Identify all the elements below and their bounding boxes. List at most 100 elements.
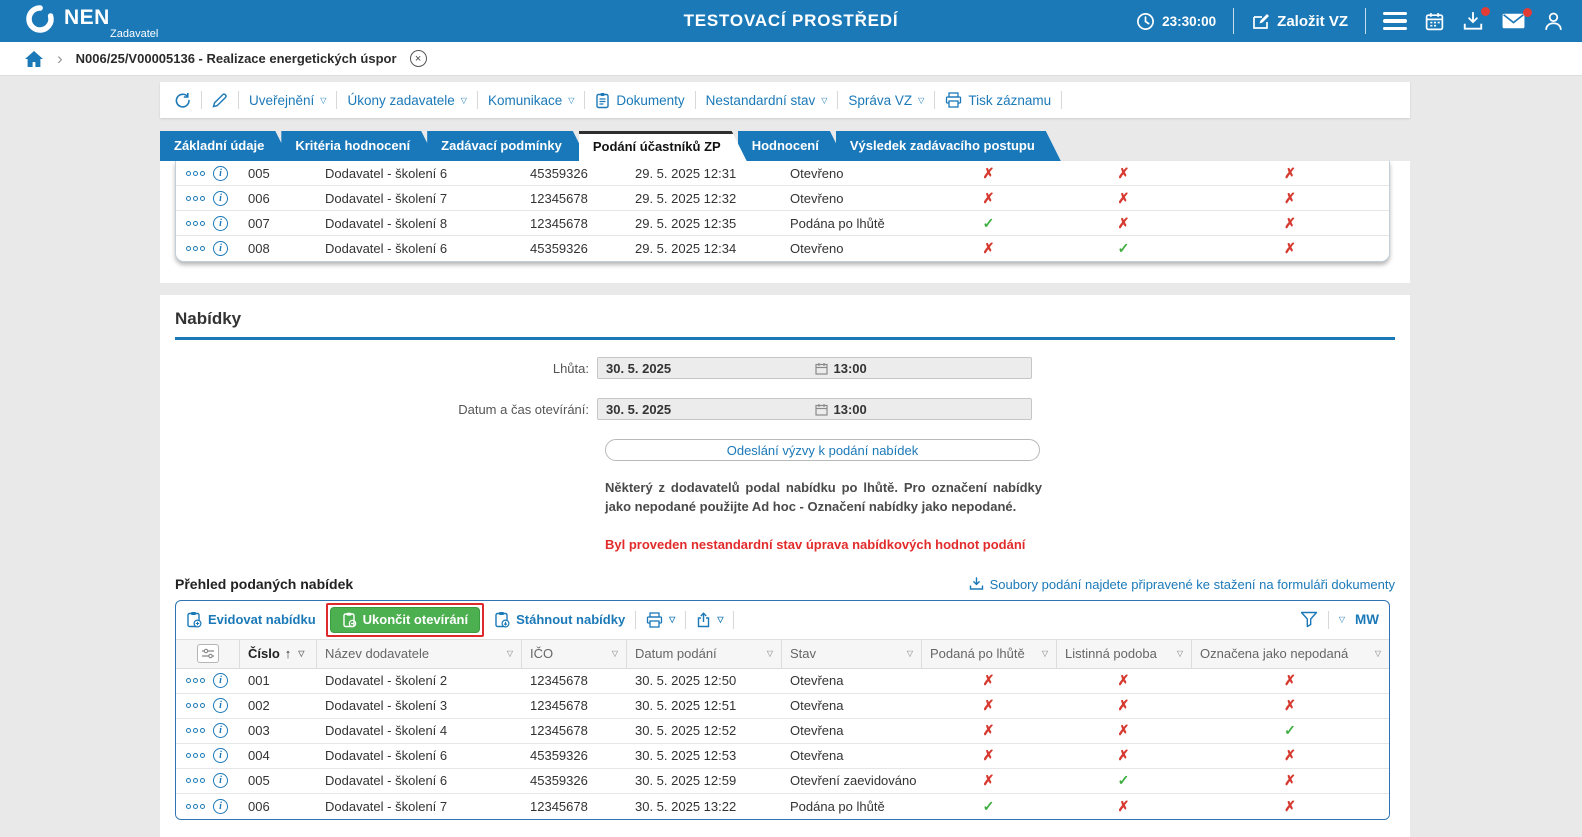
chevron-down-icon[interactable]: ▽ — [907, 650, 913, 658]
refresh-icon[interactable] — [174, 92, 191, 109]
menu-icon[interactable] — [1383, 11, 1407, 31]
info-icon[interactable]: i — [213, 798, 228, 814]
chevron-down-icon[interactable]: ▽ — [298, 650, 304, 658]
row-menu-icon[interactable] — [186, 803, 205, 809]
tab-label: Zadávací podmínky — [441, 138, 562, 153]
column-header-nazev-dodavatele[interactable]: Název dodavatele ▽ — [316, 639, 521, 668]
logo-subtext: Zadavatel — [110, 27, 159, 40]
cell-datum: 30. 5. 2025 12:59 — [635, 773, 737, 789]
chevron-down-icon[interactable]: ▽ — [767, 650, 773, 658]
info-icon[interactable]: i — [213, 773, 228, 789]
download-files-link[interactable]: Soubory podání najdete připravené ke sta… — [969, 577, 1395, 592]
column-header-stav[interactable]: Stav ▽ — [781, 639, 921, 668]
info-icon[interactable]: i — [213, 698, 228, 714]
row-menu-icon[interactable] — [186, 703, 205, 709]
column-header-podana-po-lhute[interactable]: Podaná po lhůtě ▽ — [921, 639, 1056, 668]
table-row[interactable]: i 002 Dodavatel - školení 3 12345678 30.… — [176, 693, 1389, 719]
table-row[interactable]: i 006 Dodavatel - školení 7 12345678 29.… — [176, 186, 1389, 211]
info-icon[interactable]: i — [213, 748, 228, 764]
create-vz-button[interactable]: Založit VZ — [1251, 12, 1348, 31]
info-icon[interactable]: i — [213, 673, 228, 689]
table-row[interactable]: i 005 Dodavatel - školení 6 45359326 29.… — [176, 161, 1389, 186]
row-menu-icon[interactable] — [186, 778, 205, 784]
row-menu-icon[interactable] — [186, 170, 205, 176]
info-icon[interactable]: i — [213, 241, 228, 256]
downloads-button[interactable] — [1462, 7, 1490, 31]
user-filter-code[interactable]: MW — [1355, 612, 1379, 627]
toolbar-komunikace[interactable]: Komunikace ▽ — [488, 93, 574, 108]
ukoncit-oteviranit-button[interactable]: Ukončit otevírání — [329, 606, 481, 633]
info-icon[interactable]: i — [213, 215, 228, 231]
table-row[interactable]: i 005 Dodavatel - školení 6 45359326 30.… — [176, 768, 1389, 794]
stahnout-nabidky-button[interactable]: Stáhnout nabídky — [494, 611, 625, 628]
chevron-down-icon[interactable]: ▽ — [1177, 650, 1183, 658]
column-header-datum-podani[interactable]: Datum podání ▽ — [626, 639, 781, 668]
print-menu-button[interactable]: ▽ — [646, 612, 675, 628]
row-menu-icon[interactable] — [186, 220, 205, 226]
info-icon[interactable]: i — [213, 165, 228, 181]
otevirani-field[interactable]: 30. 5. 2025 13:00 — [597, 398, 1032, 420]
chevron-down-icon[interactable]: ▽ — [1375, 650, 1381, 658]
cell-ico: 45359326 — [530, 773, 588, 789]
cell-oznacena-nepodana: ✗ — [1284, 240, 1296, 256]
row-menu-icon[interactable] — [186, 195, 205, 201]
toolbar-uverejneni[interactable]: Uveřejnění ▽ — [249, 93, 326, 108]
tab-hodnoceni[interactable]: Hodnocení — [738, 131, 845, 161]
nen-logo[interactable]: NEN Zadavatel — [24, 3, 158, 40]
cell-stav: Podána po lhůtě — [790, 798, 885, 814]
cell-dodavatel: Dodavatel - školení 2 — [325, 673, 448, 689]
info-icon[interactable]: i — [213, 723, 228, 739]
table-row[interactable]: i 004 Dodavatel - školení 6 45359326 30.… — [176, 743, 1389, 769]
export-menu-button[interactable]: ▽ — [696, 611, 723, 628]
lhuta-date-value: 30. 5. 2025 — [606, 360, 672, 376]
info-icon[interactable]: i — [213, 190, 228, 206]
row-menu-icon[interactable] — [186, 678, 205, 684]
chevron-down-icon: ▽ — [320, 95, 327, 105]
tab-podani-ucastniku-zp[interactable]: Podání účastníků ZP — [579, 131, 747, 161]
calendar-icon[interactable] — [1424, 11, 1445, 32]
table-row[interactable]: i 006 Dodavatel - školení 7 12345678 30.… — [176, 793, 1389, 819]
column-settings-icon[interactable] — [196, 644, 219, 664]
row-menu-icon[interactable] — [186, 753, 205, 759]
cell-datum: 29. 5. 2025 12:31 — [635, 165, 737, 181]
session-clock: 23:30:00 — [1136, 12, 1216, 31]
chevron-down-icon[interactable]: ▽ — [612, 650, 618, 658]
tab-kriteria-hodnoceni[interactable]: Kritéria hodnocení — [281, 131, 436, 161]
chevron-down-icon[interactable]: ▽ — [1042, 650, 1048, 658]
chevron-down-icon[interactable]: ▽ — [507, 650, 513, 658]
tab-zakladni-udaje[interactable]: Základní údaje — [160, 131, 290, 161]
user-icon[interactable] — [1543, 11, 1564, 32]
close-icon[interactable]: × — [409, 50, 427, 67]
toolbar-nestandardni-stav[interactable]: Nestandardní stav ▽ — [706, 93, 828, 108]
chevron-down-icon[interactable]: ▽ — [1339, 616, 1345, 624]
home-icon[interactable] — [24, 50, 44, 68]
tab-label: Základní údaje — [174, 138, 265, 153]
column-header-oznacena-jako-nepodana[interactable]: Označena jako nepodaná ▽ — [1191, 639, 1389, 668]
messages-button[interactable] — [1501, 8, 1532, 30]
lhuta-field[interactable]: 30. 5. 2025 13:00 — [597, 357, 1032, 379]
column-header-listinna-podoba[interactable]: Listinná podoba ▽ — [1056, 639, 1191, 668]
pencil-icon[interactable] — [212, 92, 228, 108]
table-row[interactable]: i 008 Dodavatel - školení 6 45359326 29.… — [176, 236, 1389, 261]
row-menu-icon[interactable] — [186, 728, 205, 734]
cell-dodavatel: Dodavatel - školení 7 — [325, 798, 448, 814]
tab-zadavaci-podminky[interactable]: Zadávací podmínky — [427, 131, 588, 161]
toolbar-ukony-zadavatele[interactable]: Úkony zadavatele ▽ — [347, 93, 466, 108]
breadcrumb-item[interactable]: N006/25/V00005136 - Realizace energetick… — [76, 51, 397, 66]
column-header-cislo[interactable]: Číslo ↑ ▽ — [239, 639, 316, 668]
record-toolbar: Uveřejnění ▽ Úkony zadavatele ▽ Komunika… — [160, 82, 1410, 118]
cell-oznacena-nepodana: ✗ — [1284, 214, 1296, 231]
tab-vysledek-zadavaciho-postupu[interactable]: Výsledek zadávacího postupu — [836, 131, 1061, 161]
participants-panel: i 005 Dodavatel - školení 6 45359326 29.… — [160, 161, 1410, 283]
row-menu-icon[interactable] — [186, 246, 205, 251]
toolbar-sprava-vz[interactable]: Správa VZ ▽ — [848, 93, 924, 108]
table-row[interactable]: i 001 Dodavatel - školení 2 12345678 30.… — [176, 668, 1389, 694]
column-header-ico[interactable]: IČO ▽ — [521, 639, 626, 668]
evidovat-nabidku-button[interactable]: Evidovat nabídku — [186, 611, 316, 628]
table-row[interactable]: i 003 Dodavatel - školení 4 12345678 30.… — [176, 718, 1389, 744]
toolbar-tisk-zaznamu[interactable]: Tisk záznamu — [945, 92, 1051, 108]
toolbar-dokumenty[interactable]: Dokumenty — [595, 92, 685, 109]
table-row[interactable]: i 007 Dodavatel - školení 8 12345678 29.… — [176, 211, 1389, 236]
send-invitation-button[interactable]: Odeslání výzvy k podání nabídek — [605, 439, 1040, 461]
filter-icon[interactable] — [1300, 611, 1318, 628]
